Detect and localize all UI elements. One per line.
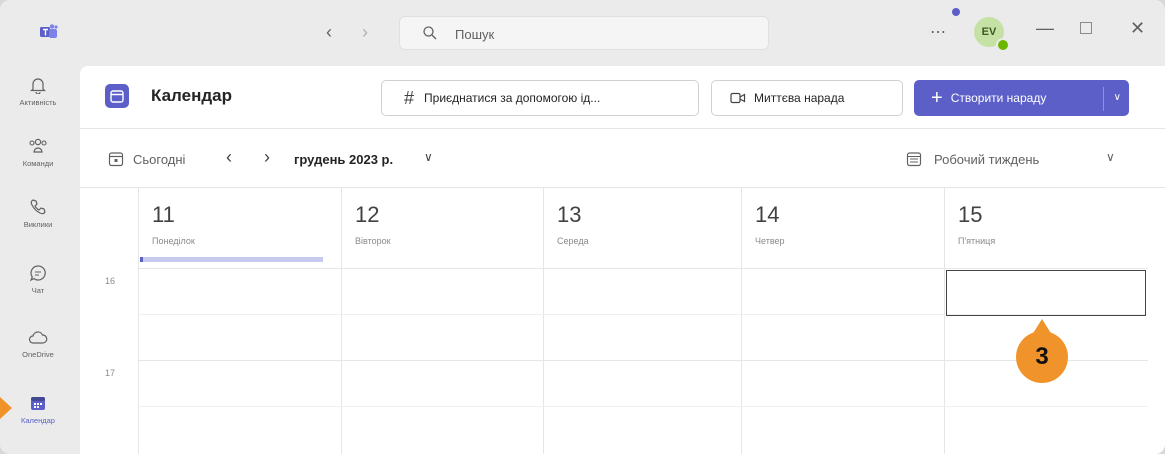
chevron-down-icon[interactable]: ∨ xyxy=(1106,150,1115,164)
hour-label: 17 xyxy=(105,368,116,378)
teams-window: ‹ › Пошук ⋯ EV — ✕ Активність Команди Ви… xyxy=(0,0,1165,454)
back-arrow-icon[interactable]: ‹ xyxy=(326,22,332,43)
rail-item-onedrive[interactable]: OneDrive xyxy=(0,330,76,396)
calendar-app-icon xyxy=(105,84,129,108)
phone-icon xyxy=(30,199,46,215)
day-header-thursday[interactable]: 14 Четвер xyxy=(741,188,944,268)
chevron-down-icon[interactable]: ∨ xyxy=(424,150,433,164)
hour-label: 16 xyxy=(105,276,116,286)
step-callout-badge: 3 xyxy=(1016,319,1068,383)
view-selector[interactable]: Робочий тиждень xyxy=(934,152,1039,167)
day-header-friday[interactable]: 15 П'ятниця xyxy=(944,188,1148,268)
week-grid: 11 Понеділок 12 Вівторок 13 Середа 14 Че… xyxy=(80,188,1165,454)
day-header-wednesday[interactable]: 13 Середа xyxy=(543,188,741,268)
title-bar: ‹ › Пошук ⋯ EV — ✕ xyxy=(0,0,1165,66)
search-placeholder: Пошук xyxy=(455,27,495,42)
day-number: 15 xyxy=(958,202,983,227)
plus-icon: + xyxy=(931,86,943,109)
half-hour-line xyxy=(138,406,1148,407)
day-name: П'ятниця xyxy=(958,236,996,246)
close-icon[interactable]: ✕ xyxy=(1130,18,1145,39)
rail-item-chat[interactable]: Чат xyxy=(0,264,76,330)
callout-pointer xyxy=(0,397,12,419)
day-header-tuesday[interactable]: 12 Вівторок xyxy=(341,188,543,268)
selected-time-slot[interactable] xyxy=(946,270,1146,316)
month-selector[interactable]: грудень 2023 р. xyxy=(294,152,393,167)
calendar-toolbar: Сьогодні ‹ › грудень 2023 р. ∨ Робочий т… xyxy=(80,129,1165,188)
hour-line xyxy=(138,360,1148,361)
previous-week-icon[interactable]: ‹ xyxy=(226,147,232,168)
rail-item-calls[interactable]: Виклики xyxy=(0,198,76,264)
calendar-icon xyxy=(31,397,45,410)
meet-now-button[interactable]: Миттєва нарада xyxy=(711,80,903,116)
today-button[interactable]: Сьогодні xyxy=(133,152,185,167)
day-number: 12 xyxy=(355,202,380,227)
rail-item-activity[interactable]: Активність xyxy=(0,76,76,142)
more-options-icon[interactable]: ⋯ xyxy=(930,22,947,42)
calendar-main: Календар # Приєднатися за допомогою ід..… xyxy=(80,66,1165,454)
join-with-id-label: Приєднатися за допомогою ід... xyxy=(424,91,601,105)
teams-logo-icon[interactable] xyxy=(40,24,58,40)
calendar-header: Календар # Приєднатися за допомогою ід..… xyxy=(80,66,1165,129)
notification-dot xyxy=(952,8,960,16)
hash-icon: # xyxy=(404,87,415,108)
chevron-down-icon[interactable]: ∨ xyxy=(1114,92,1121,103)
rail-label: Команди xyxy=(22,159,54,168)
forward-arrow-icon[interactable]: › xyxy=(362,22,368,43)
search-box[interactable]: Пошук xyxy=(399,16,769,50)
bell-icon xyxy=(30,78,46,94)
day-number: 11 xyxy=(152,202,175,227)
video-camera-icon xyxy=(730,92,746,104)
page-title: Календар xyxy=(151,86,232,105)
today-calendar-icon[interactable] xyxy=(108,151,124,167)
chat-icon xyxy=(29,265,46,282)
presence-available-icon xyxy=(996,38,1010,52)
next-week-icon[interactable]: › xyxy=(264,147,270,168)
minimize-icon[interactable]: — xyxy=(1036,18,1054,39)
search-icon xyxy=(423,26,437,40)
button-divider xyxy=(1103,87,1104,111)
view-calendar-icon[interactable] xyxy=(906,151,922,167)
rail-item-teams[interactable]: Команди xyxy=(0,137,76,203)
day-header-monday[interactable]: 11 Понеділок xyxy=(138,188,341,268)
hour-line xyxy=(138,268,1148,269)
event-bar[interactable] xyxy=(140,257,323,262)
cloud-icon xyxy=(28,331,48,344)
day-name: Четвер xyxy=(755,236,785,246)
rail-label: Виклики xyxy=(23,220,53,229)
day-name: Понеділок xyxy=(152,236,195,246)
rail-label: OneDrive xyxy=(22,350,54,359)
rail-label: Активність xyxy=(19,98,57,107)
app-rail: Активність Команди Виклики Чат OneDrive … xyxy=(0,66,76,454)
maximize-icon[interactable] xyxy=(1080,22,1092,34)
day-name: Вівторок xyxy=(355,236,391,246)
day-number: 13 xyxy=(557,202,582,227)
day-name: Середа xyxy=(557,236,589,246)
new-meeting-button[interactable]: + Створити нараду ∨ xyxy=(914,80,1129,116)
day-number: 14 xyxy=(755,202,780,227)
rail-label: Чат xyxy=(31,286,45,295)
join-with-id-button[interactable]: # Приєднатися за допомогою ід... xyxy=(381,80,699,116)
teams-icon xyxy=(29,138,47,153)
meet-now-label: Миттєва нарада xyxy=(754,91,845,105)
new-meeting-label: Створити нараду xyxy=(950,91,1047,105)
